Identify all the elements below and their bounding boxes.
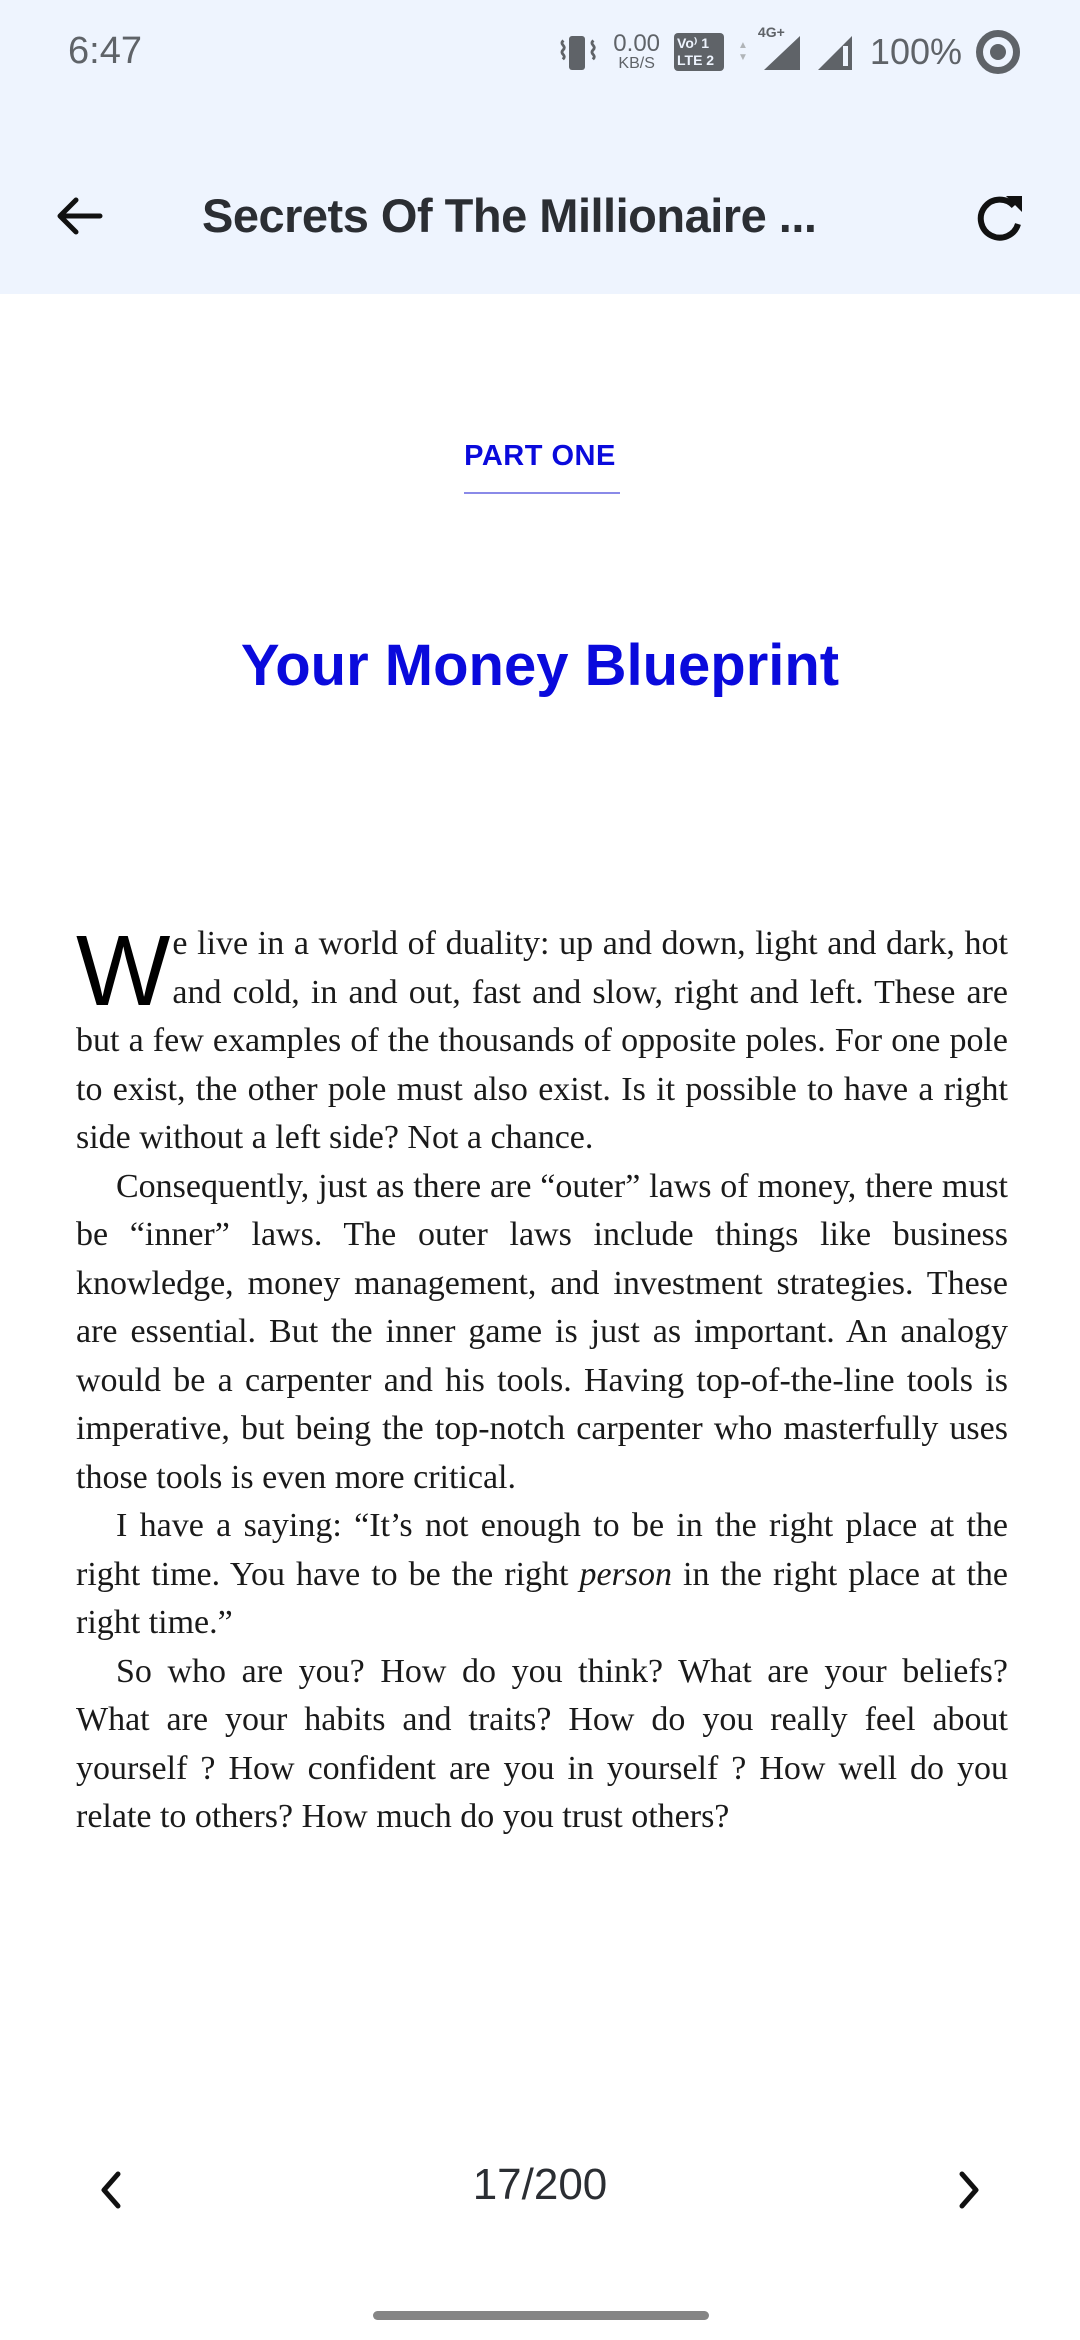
page-navigation: 17/200 <box>0 2150 1080 2230</box>
network-speed-value: 0.00 <box>613 30 661 57</box>
back-button[interactable] <box>50 186 110 246</box>
vibrate-icon: ⌇ ⌇ <box>555 30 599 74</box>
network-speed-unit: KB/S <box>618 55 655 72</box>
volte-icon: Vo⁾ 1 LTE 2 <box>674 33 725 71</box>
status-bar: 6:47 ⌇ ⌇ 0.00 KB/S Vo⁾ 1 LTE 2 ▲ ▼ 4G+ 10… <box>0 0 1080 104</box>
arrow-left-icon <box>57 197 103 235</box>
home-indicator[interactable] <box>373 2311 709 2320</box>
status-icons: ⌇ ⌇ 0.00 KB/S Vo⁾ 1 LTE 2 ▲ ▼ 4G+ 100% <box>555 24 1020 76</box>
book-text: We live in a world of duality: up and do… <box>76 920 1008 1842</box>
volte-line1: Vo⁾ 1 <box>677 35 709 51</box>
paragraph: We live in a world of duality: up and do… <box>76 920 1008 1163</box>
network-speed: 0.00 KB/S <box>613 32 660 72</box>
signal-icon <box>816 32 856 72</box>
chapter-title: Your Money Blueprint <box>240 633 840 698</box>
part-divider <box>464 492 620 494</box>
data-arrows-icon: ▲ ▼ <box>738 40 748 63</box>
page-indicator: 17/200 <box>472 2160 608 2209</box>
refresh-icon <box>977 196 1022 241</box>
paragraph: So who are you? How do you think? What a… <box>76 1652 1008 1836</box>
volte-line2: LTE 2 <box>677 52 715 68</box>
emphasis-text: person <box>579 1555 673 1593</box>
battery-saver-icon <box>976 30 1020 74</box>
app-bar: Secrets Of The Millionaire ... <box>0 150 1080 280</box>
part-label: PART ONE <box>464 440 616 472</box>
paragraph: Consequently, just as there are “outer” … <box>76 1167 1008 1496</box>
network-type-label: 4G+ <box>757 24 785 40</box>
status-time: 6:47 <box>68 30 142 72</box>
chevron-right-icon <box>959 2171 979 2209</box>
battery-percent: 100% <box>869 31 962 72</box>
drop-cap: W <box>76 915 171 1027</box>
book-title: Secrets Of The Millionaire ... <box>202 189 817 242</box>
next-page-button[interactable] <box>950 2160 990 2220</box>
paragraph: I have a saying: “It’s not enough to be … <box>76 1502 1008 1648</box>
refresh-button[interactable] <box>970 188 1030 248</box>
paragraph-text: e live in a world of duality: up and dow… <box>76 925 1008 1156</box>
signal-4g-icon: 4G+ <box>758 24 802 72</box>
